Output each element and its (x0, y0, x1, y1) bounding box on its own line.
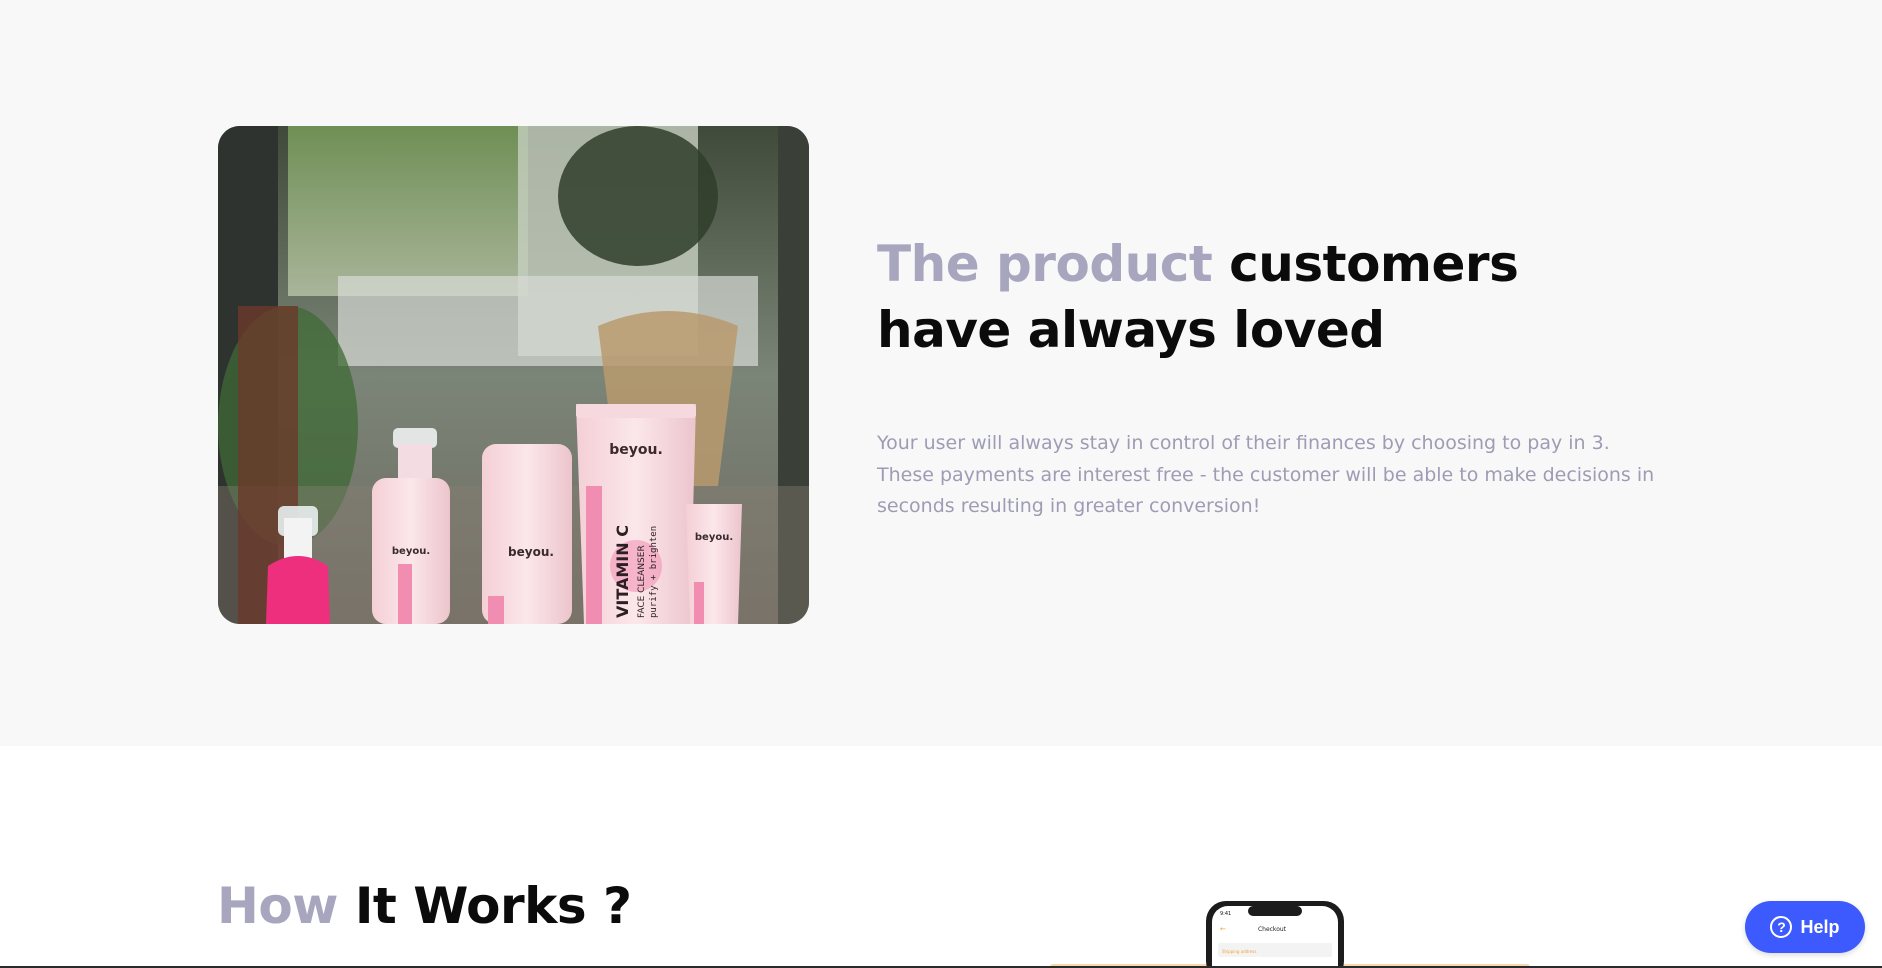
product-description: Your user will always stay in control of… (877, 432, 1655, 517)
phone-row-label: Shipping address (1222, 949, 1256, 954)
question-circle-icon: ? (1770, 916, 1793, 938)
svg-text:beyou.: beyou. (508, 545, 554, 559)
svg-text:purify + brighten: purify + brighten (649, 526, 659, 618)
svg-text:←: ← (1220, 925, 1226, 933)
svg-text:FACE CLEANSER: FACE CLEANSER (637, 545, 647, 618)
headline-rest: customers (1229, 235, 1519, 293)
product-section: beyou. beyou. beyou. VITAMIN C FACE CLEA… (0, 0, 1882, 746)
svg-text:VITAMIN C: VITAMIN C (613, 525, 632, 618)
svg-text:beyou.: beyou. (609, 442, 663, 458)
how-title-muted: How (217, 877, 338, 935)
how-it-works-title: How It Works ? (217, 876, 632, 936)
product-photo-illustration: beyou. beyou. beyou. VITAMIN C FACE CLEA… (218, 126, 809, 624)
phone-time: 9:41 (1220, 911, 1231, 917)
phone-mockup: 9:41 Checkout ← Shipping address (1050, 901, 1570, 968)
phone-screen-title: Checkout (1258, 926, 1287, 933)
product-photo: beyou. beyou. beyou. VITAMIN C FACE CLEA… (218, 126, 809, 624)
headline-muted: The product (877, 235, 1213, 293)
how-title-rest: It Works ? (354, 877, 632, 935)
product-headline: The product customers have always loved (877, 231, 1577, 363)
svg-text:beyou.: beyou. (695, 532, 733, 543)
bottle-brand: beyou. (392, 546, 430, 557)
how-it-works-section: How It Works ? 9:41 Checkout ← Shipping … (0, 746, 1882, 968)
help-button[interactable]: ? Help (1745, 901, 1865, 953)
headline-line2: have always loved (877, 301, 1385, 359)
help-label: Help (1800, 916, 1840, 937)
